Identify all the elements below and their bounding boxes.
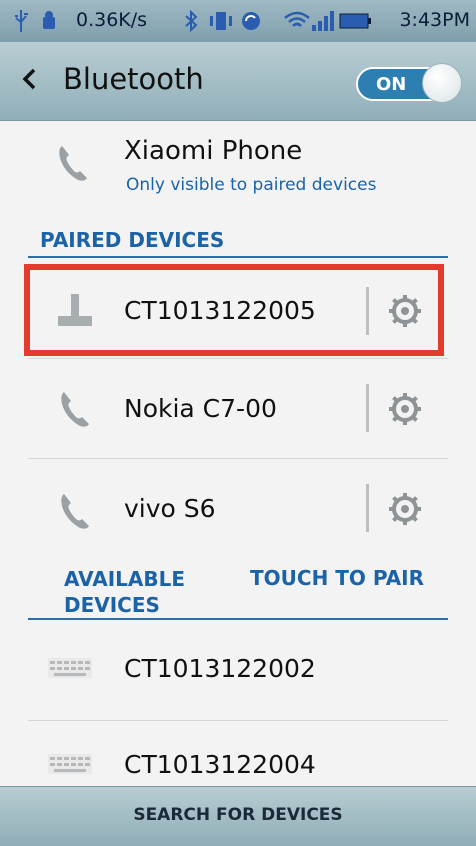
header: Bluetooth ON bbox=[0, 42, 476, 121]
row-divider bbox=[28, 458, 448, 459]
paired-devices-heading: PAIRED DEVICES bbox=[40, 228, 225, 252]
row-divider bbox=[28, 358, 448, 359]
network-speed: 0.36K/s bbox=[76, 9, 148, 31]
wifi-icon bbox=[284, 11, 310, 27]
paired-device-row[interactable]: Nokia C7-00 bbox=[0, 360, 476, 458]
search-button-label: SEARCH FOR DEVICES bbox=[133, 805, 343, 825]
section-divider bbox=[28, 256, 448, 258]
vibrate-icon bbox=[210, 12, 232, 30]
row-separator bbox=[366, 484, 369, 532]
row-separator bbox=[366, 384, 369, 432]
touch-to-pair-label: TOUCH TO PAIR bbox=[250, 566, 425, 590]
android-icon bbox=[43, 11, 55, 29]
toggle-knob[interactable] bbox=[422, 63, 462, 103]
phone-icon bbox=[61, 494, 89, 529]
paired-device-name: vivo S6 bbox=[124, 494, 216, 523]
keyboard-icon bbox=[48, 658, 92, 678]
signal-icon bbox=[312, 11, 334, 31]
bluetooth-toggle[interactable]: ON bbox=[356, 63, 462, 103]
available-device-row[interactable]: CT1013122002 bbox=[0, 622, 476, 718]
available-devices-heading: AVAILABLE DEVICES bbox=[64, 567, 186, 617]
available-device-name: CT1013122004 bbox=[124, 750, 316, 779]
selection-highlight bbox=[24, 264, 444, 356]
back-arrow-icon[interactable] bbox=[18, 62, 44, 96]
visibility-status: Only visible to paired devices bbox=[126, 175, 377, 195]
paired-device-name: Nokia C7-00 bbox=[124, 394, 277, 423]
available-device-name: CT1013122002 bbox=[124, 654, 316, 683]
row-divider bbox=[28, 720, 448, 721]
settings-gear-icon[interactable] bbox=[388, 492, 422, 526]
bluetooth-icon bbox=[185, 10, 198, 32]
usb-icon bbox=[15, 10, 28, 32]
clock: 3:43PM bbox=[399, 9, 470, 31]
search-for-devices-button[interactable]: SEARCH FOR DEVICES bbox=[0, 786, 476, 846]
page-title: Bluetooth bbox=[63, 62, 204, 96]
available-device-row[interactable]: CT1013122004 bbox=[0, 724, 476, 786]
sync-icon bbox=[242, 12, 260, 30]
section-divider bbox=[28, 618, 448, 620]
phone-icon bbox=[59, 146, 87, 181]
battery-icon bbox=[339, 13, 371, 29]
paired-device-row[interactable]: vivo S6 bbox=[0, 460, 476, 558]
settings-gear-icon[interactable] bbox=[388, 392, 422, 426]
keyboard-icon bbox=[48, 754, 92, 774]
status-bar: 0.36K/s 3:43PM bbox=[0, 0, 476, 42]
this-device-row[interactable]: Xiaomi Phone Only visible to paired devi… bbox=[0, 120, 476, 210]
this-device-name: Xiaomi Phone bbox=[124, 136, 303, 166]
toggle-label: ON bbox=[376, 74, 407, 95]
phone-icon bbox=[61, 392, 89, 427]
